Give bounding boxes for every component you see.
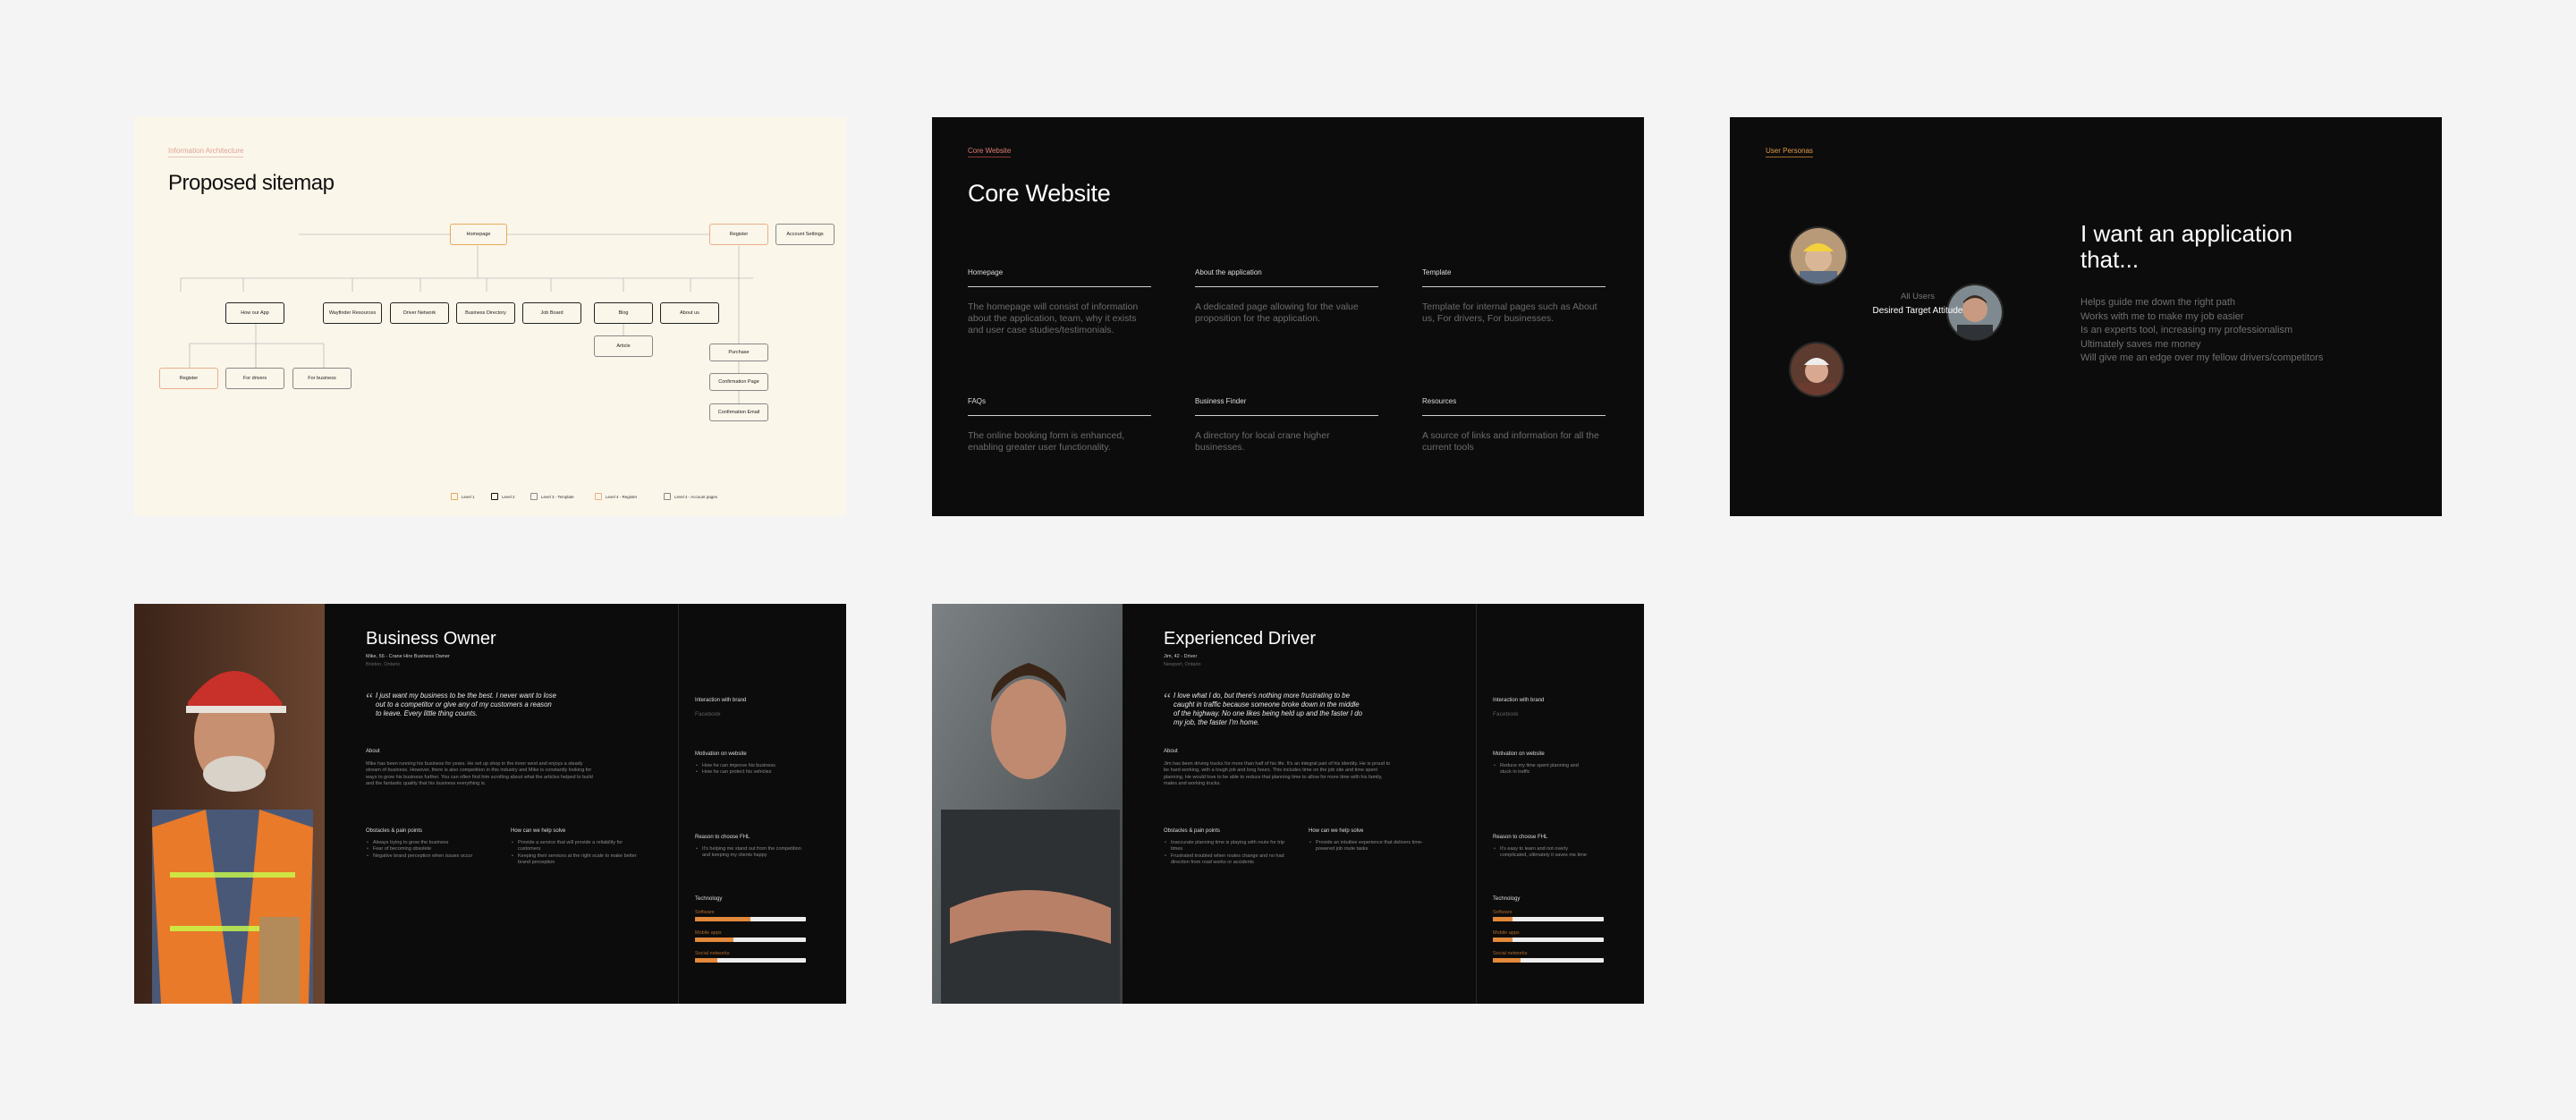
need-item: Is an experts tool, increasing my profes…	[2080, 325, 2293, 335]
owner-photo	[134, 604, 325, 1004]
need-item: Helps guide me down the right path	[2080, 297, 2236, 308]
motivation-label: Motivation on website	[1493, 751, 1545, 757]
node-confirmation-email[interactable]: Confirmation Email	[709, 403, 768, 421]
driver-quote: I love what I do, but there's nothing mo…	[1174, 692, 1362, 726]
tech-social: Social networks	[1493, 951, 1604, 963]
feature-faqs: FAQs The online booking form is enhanced…	[968, 397, 1151, 454]
tech-mobile: Mobile apps	[1493, 930, 1604, 942]
interaction-label: Interaction with brand	[1493, 698, 1545, 703]
owner-sidebar: Interaction with brand Facebook Motivati…	[678, 604, 846, 1004]
driver-photo	[932, 604, 1123, 1004]
personas-eyebrow: User Personas	[1766, 147, 1813, 157]
owner-subtitle: Mike, 56 - Crane Hire Business Owner	[366, 654, 450, 659]
node-purchase[interactable]: Purchase	[709, 344, 768, 361]
tech-software: Software	[695, 910, 806, 921]
tech-mobile: Mobile apps	[695, 930, 806, 942]
interaction-label: Interaction with brand	[695, 698, 747, 703]
legend-level-1: Level 1	[451, 493, 475, 500]
experienced-driver-slide[interactable]: Experienced Driver Jim, 42 - Driver Newp…	[932, 604, 1644, 1004]
needs-list: Helps guide me down the right path Works…	[2080, 296, 2323, 366]
owner-about: Mike has been running his business for y…	[366, 761, 593, 786]
node-homepage[interactable]: Homepage	[450, 224, 507, 245]
driver-sidebar: Interaction with brand Facebook Motivati…	[1476, 604, 1644, 1004]
owner-obstacles-label: Obstacles & pain points	[366, 828, 423, 834]
business-owner-slide[interactable]: Business Owner Mike, 56 - Crane Hire Bus…	[134, 604, 846, 1004]
node-account-settings[interactable]: Account Settings	[775, 224, 835, 245]
node-for-business[interactable]: For business	[292, 368, 352, 389]
interaction-value: Facebook	[1493, 711, 1519, 717]
legend-level-4-account: Level 4 - Account pages	[664, 493, 717, 500]
reason-label: Reason to choose FHL	[1493, 835, 1548, 840]
owner-location: Brixton, Ontario	[366, 662, 401, 667]
tech-label: Technology	[695, 896, 723, 902]
owner-quote: I just want my business to be the best. …	[376, 692, 556, 717]
driver-about: Jim has been driving trucks for more tha…	[1164, 761, 1391, 786]
owner-about-label: About	[366, 749, 380, 754]
user-personas-slide[interactable]: User Personas All Users Desired Target A…	[1730, 117, 2442, 516]
driver-help-label: How can we help solve	[1309, 828, 1364, 834]
feature-about-application: About the application A dedicated page a…	[1195, 268, 1378, 325]
driver-about-label: About	[1164, 749, 1178, 754]
motivation-label: Motivation on website	[695, 751, 747, 757]
legend-level-3: Level 3 - Template	[530, 493, 574, 500]
quote-icon: “	[1164, 690, 1171, 708]
feature-template: Template Template for internal pages suc…	[1422, 268, 1606, 325]
reason-label: Reason to choose FHL	[695, 835, 750, 840]
reason-list: It's helping me stand out from the compe…	[695, 846, 802, 860]
need-item: Will give me an edge over my fellow driv…	[2080, 352, 2324, 363]
need-item: Works with me to make my job easier	[2080, 310, 2244, 322]
core-title: Core Website	[968, 180, 1111, 207]
driver-obstacles: Inaccurate planning time is playing with…	[1164, 840, 1284, 866]
node-blog[interactable]: Blog	[594, 302, 653, 324]
node-article[interactable]: Article	[594, 335, 653, 357]
motivation-list: Reduce my time spent planning and stuck …	[1493, 763, 1591, 776]
node-resources[interactable]: Wayfinder Resources	[323, 302, 382, 324]
node-job-board[interactable]: Job Board	[522, 302, 581, 324]
interaction-value: Facebook	[695, 711, 721, 717]
core-website-slide[interactable]: Core Website Core Website Homepage The h…	[932, 117, 1644, 516]
core-eyebrow: Core Website	[968, 147, 1012, 157]
avatar-worker[interactable]	[1789, 342, 1844, 397]
reason-list: It's easy to learn and not overly compli…	[1493, 846, 1591, 860]
legend-level-2: Level 2	[491, 493, 515, 500]
driver-help: Provide an intuitive experience that del…	[1309, 840, 1429, 853]
node-driver-network[interactable]: Driver Network	[390, 302, 449, 324]
node-register[interactable]: Register	[709, 224, 768, 245]
all-users-label: All Users	[1900, 292, 1935, 301]
legend-level-4: Level 4 - Register	[595, 493, 637, 500]
avatar-owner[interactable]	[1789, 226, 1848, 285]
desired-attitude-label: Desired Target Attitude	[1872, 306, 1963, 316]
driver-obstacles-label: Obstacles & pain points	[1164, 828, 1221, 834]
tech-label: Technology	[1493, 896, 1521, 902]
personas-headline: I want an application that...	[2080, 220, 2293, 273]
motivation-list: How he can improve his businessHow he ca…	[695, 763, 829, 776]
driver-location: Newport, Ontario	[1164, 662, 1201, 667]
need-item: Ultimately saves me money	[2080, 338, 2201, 350]
driver-name: Experienced Driver	[1164, 629, 1317, 649]
owner-name: Business Owner	[366, 629, 496, 649]
node-how-app[interactable]: How our App	[225, 302, 284, 324]
node-about[interactable]: About us	[660, 302, 719, 324]
feature-homepage: Homepage The homepage will consist of in…	[968, 268, 1151, 336]
owner-obstacles: Always trying to grow the businessFear o…	[366, 840, 500, 860]
sitemap-slide[interactable]: Information Architecture Proposed sitema…	[134, 117, 846, 516]
quote-icon: “	[366, 690, 373, 708]
tech-software: Software	[1493, 910, 1604, 921]
feature-resources: Resources A source of links and informat…	[1422, 397, 1606, 454]
feature-business-finder: Business Finder A directory for local cr…	[1195, 397, 1378, 454]
tech-social: Social networks	[695, 951, 806, 963]
node-business-directory[interactable]: Business Directory	[456, 302, 515, 324]
driver-subtitle: Jim, 42 - Driver	[1164, 654, 1198, 659]
node-for-drivers[interactable]: For drivers	[225, 368, 284, 389]
node-register-2[interactable]: Register	[159, 368, 218, 389]
node-confirmation-page[interactable]: Confirmation Page	[709, 373, 768, 391]
owner-help: Provide a service that will provide a re…	[511, 840, 645, 866]
owner-help-label: How can we help solve	[511, 828, 566, 834]
